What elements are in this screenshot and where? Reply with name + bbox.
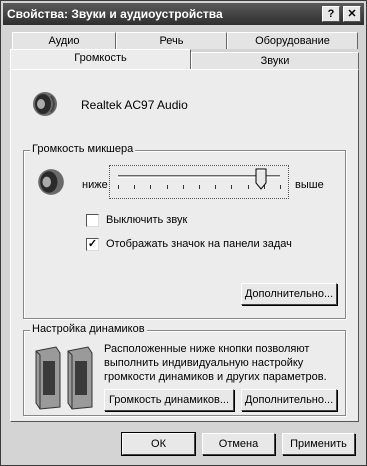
tab-hardware[interactable]: Оборудование <box>227 32 358 49</box>
slider-tick <box>166 185 168 189</box>
speaker-volume-button[interactable]: Громкость динамиков... <box>104 389 234 411</box>
tray-icon-checkbox[interactable]: ✓ <box>86 238 99 251</box>
slider-tick <box>215 185 217 189</box>
apply-button[interactable]: Применить <box>282 433 355 455</box>
mixer-volume-group: Громкость микшера ниже выше Выключить зв… <box>23 143 346 319</box>
help-button[interactable]: ? <box>322 6 340 22</box>
cancel-button[interactable]: Отмена <box>202 433 275 455</box>
speakers-icon <box>35 346 93 410</box>
mixer-advanced-button[interactable]: Дополнительно... <box>241 283 337 305</box>
speaker-settings-group: Настройка динамиков Расположенные ниже к… <box>23 323 346 416</box>
window-title: Свойства: Звуки и аудиоустройства <box>7 7 223 21</box>
tab-audio[interactable]: Аудио <box>12 32 116 49</box>
speakers-group-title: Настройка динамиков <box>30 323 147 335</box>
speakers-advanced-button[interactable]: Дополнительно... <box>241 389 337 411</box>
volume-slider[interactable] <box>109 165 289 199</box>
properties-window: Свойства: Звуки и аудиоустройства ? ✕ Ау… <box>0 0 367 466</box>
slider-tick <box>231 185 233 189</box>
speakers-description-line2: выполнить индивидуальную настройку <box>104 357 304 369</box>
speakers-description-line3: громкости динамиков и других параметров. <box>104 371 327 383</box>
mute-label[interactable]: Выключить звук <box>106 214 187 226</box>
slider-tick <box>182 185 184 189</box>
slider-tick <box>134 185 136 189</box>
device-name: Realtek AC97 Audio <box>81 98 188 112</box>
mute-checkbox[interactable] <box>86 214 99 227</box>
slider-tick <box>150 185 152 189</box>
tray-icon-label[interactable]: Отображать значок на панели задач <box>106 238 292 250</box>
speaker-volume-icon <box>38 169 64 195</box>
tab-speech[interactable]: Речь <box>116 32 227 49</box>
speakers-description-line1: Расположенные ниже кнопки позволяют <box>104 343 310 355</box>
slider-tick <box>247 185 249 189</box>
speaker-icon <box>33 92 57 116</box>
slider-thumb[interactable] <box>255 168 267 190</box>
volume-tab-panel: Realtek AC97 Audio Громкость микшера ниж… <box>10 69 359 422</box>
volume-low-label: ниже <box>82 179 108 191</box>
tab-volume[interactable]: Громкость <box>10 49 191 69</box>
slider-tick <box>199 185 200 189</box>
slider-tick <box>118 185 119 189</box>
mixer-group-title: Громкость микшера <box>30 143 136 155</box>
tab-sounds[interactable]: Звуки <box>191 52 359 69</box>
volume-high-label: выше <box>295 179 324 191</box>
title-bar: Свойства: Звуки и аудиоустройства ? ✕ <box>3 3 364 25</box>
close-button[interactable]: ✕ <box>343 6 361 22</box>
slider-tick <box>280 185 281 189</box>
ok-button[interactable]: ОК <box>121 432 196 456</box>
